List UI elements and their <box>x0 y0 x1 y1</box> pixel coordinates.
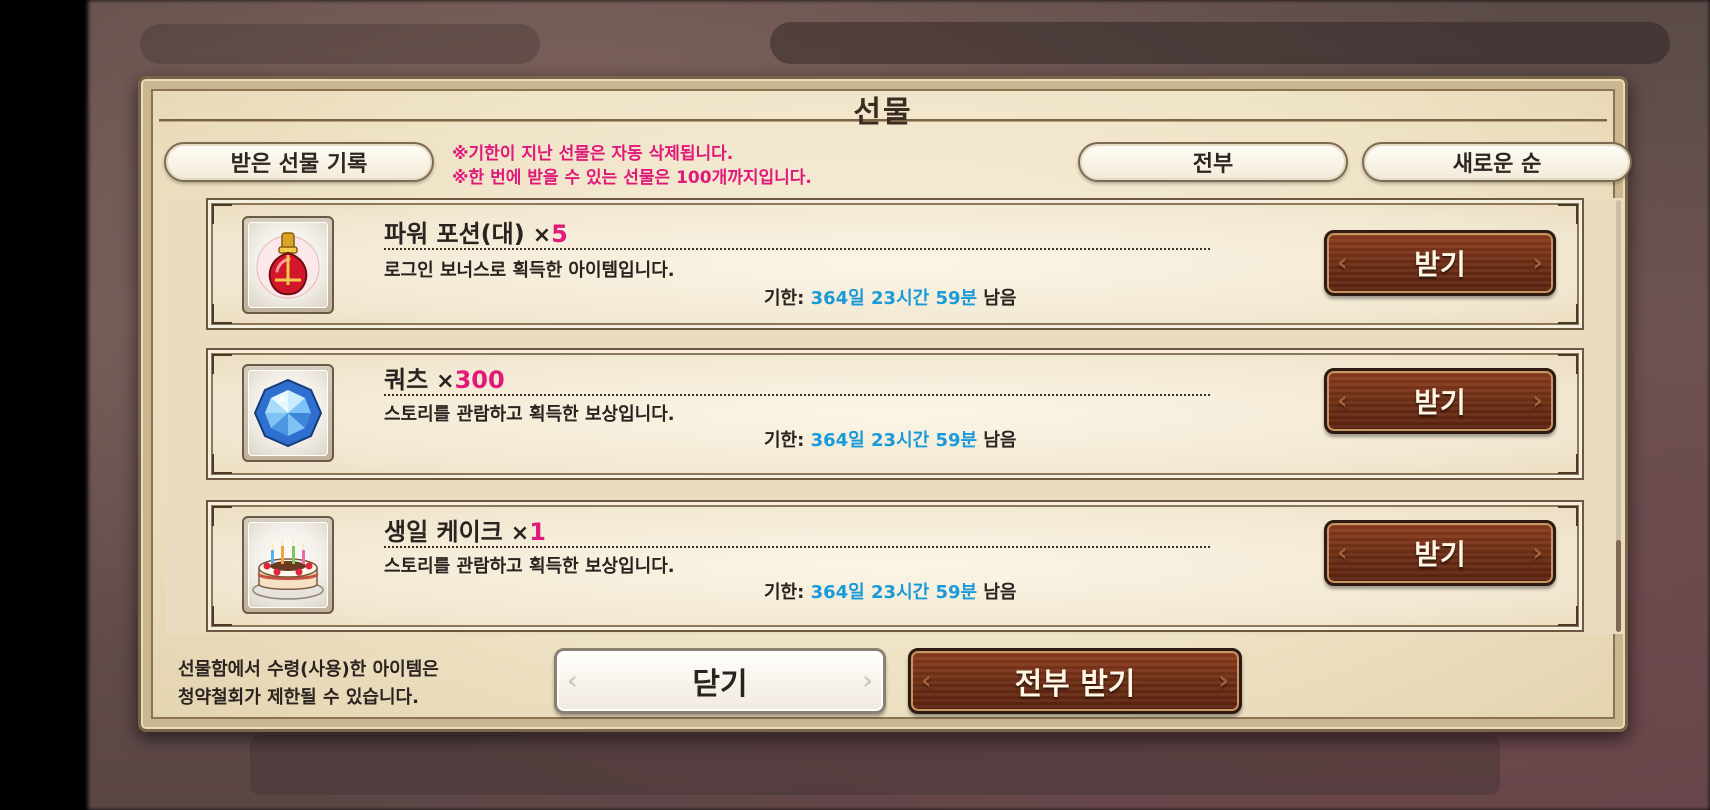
expiry-minutes: 59분 <box>935 582 978 603</box>
dialog-title: 선물 <box>853 95 913 130</box>
card-corner <box>1558 354 1578 374</box>
item-expiry: 기한: 364일 23시간 59분 남음 <box>764 426 1016 452</box>
card-corner <box>1558 454 1578 474</box>
expiry-label: 기한: <box>764 582 811 603</box>
claim-button[interactable]: ‹ 받기 › <box>1324 368 1556 434</box>
item-name-text: 생일 케이크 <box>384 518 503 546</box>
expiry-suffix: 남음 <box>977 430 1017 451</box>
item-expiry: 기한: 364일 23시간 59분 남음 <box>764 284 1016 310</box>
background-top-hud <box>770 22 1670 64</box>
claim-all-button-label: 전부 받기 <box>1014 667 1136 702</box>
expiry-days: 364일 <box>810 288 865 309</box>
item-name: 생일 케이크 ×1 <box>384 512 546 547</box>
expiry-minutes: 59분 <box>935 430 978 451</box>
item-name-text: 파워 포션(대) <box>384 220 525 248</box>
button-ornament-icon: › <box>1532 248 1543 278</box>
item-divider <box>384 394 1210 396</box>
gift-history-button[interactable]: 받은 선물 기록 <box>164 142 434 182</box>
item-description: 스토리를 관람하고 획득한 보상입니다. <box>384 556 675 577</box>
item-quantity: 300 <box>454 366 505 394</box>
button-ornament-icon: › <box>1218 666 1229 696</box>
card-corner <box>1558 506 1578 526</box>
item-name: 쿼츠 ×300 <box>384 360 505 395</box>
power-potion-icon <box>256 232 320 299</box>
card-corner <box>212 506 232 526</box>
claim-limit-notice: ※한 번에 받을 수 있는 선물은 100개까지입니다. <box>452 168 812 188</box>
card-corner <box>212 204 232 224</box>
item-quantity: 1 <box>529 518 546 546</box>
button-ornament-icon: › <box>862 666 873 696</box>
close-button[interactable]: ‹ 닫기 › <box>554 648 886 714</box>
expiry-hours: 23시간 <box>871 288 930 309</box>
expiry-label: 기한: <box>764 288 811 309</box>
button-ornament-icon: › <box>1532 386 1543 416</box>
quartz-crystal-icon <box>253 378 323 448</box>
quantity-prefix: × <box>510 521 530 546</box>
background-bottom-menu <box>250 735 1500 795</box>
button-ornament-icon: ‹ <box>1337 386 1348 416</box>
birthday-cake-icon <box>252 540 324 600</box>
card-corner <box>212 354 232 374</box>
expiry-days: 364일 <box>810 582 865 603</box>
expiry-minutes: 59분 <box>935 288 978 309</box>
card-corner <box>212 304 232 324</box>
refund-notice-line: 선물함에서 수령(사용)한 아이템은 <box>178 659 439 680</box>
claim-button-label: 받기 <box>1414 386 1466 419</box>
button-ornament-icon: › <box>1532 538 1543 568</box>
item-name-text: 쿼츠 <box>384 366 429 394</box>
sort-newest-button[interactable]: 새로운 순 <box>1362 142 1632 182</box>
button-ornament-icon: ‹ <box>567 666 578 696</box>
item-icon-frame <box>242 216 334 314</box>
item-icon-frame <box>242 516 334 614</box>
gift-item: 파워 포션(대) ×5 로그인 보너스로 획득한 아이템입니다. 기한: 364일… <box>206 198 1584 330</box>
item-divider <box>384 546 1210 548</box>
item-description: 로그인 보너스로 획득한 아이템입니다. <box>384 260 675 281</box>
button-ornament-icon: ‹ <box>921 666 932 696</box>
claim-button-label: 받기 <box>1414 538 1466 571</box>
claim-button[interactable]: ‹ 받기 › <box>1324 520 1556 586</box>
refund-notice-line: 청약철회가 제한될 수 있습니다. <box>178 687 419 708</box>
expiry-days: 364일 <box>810 430 865 451</box>
item-expiry: 기한: 364일 23시간 59분 남음 <box>764 578 1016 604</box>
card-corner <box>212 454 232 474</box>
expiry-label: 기한: <box>764 430 811 451</box>
item-icon-frame <box>242 364 334 462</box>
button-ornament-icon: ‹ <box>1337 248 1348 278</box>
claim-button[interactable]: ‹ 받기 › <box>1324 230 1556 296</box>
quantity-prefix: × <box>532 223 552 248</box>
card-corner <box>212 606 232 626</box>
filter-all-button[interactable]: 전부 <box>1078 142 1348 182</box>
expiry-suffix: 남음 <box>977 582 1017 603</box>
refund-notice: 선물함에서 수령(사용)한 아이템은 청약철회가 제한될 수 있습니다. <box>178 656 439 712</box>
item-name: 파워 포션(대) ×5 <box>384 214 568 249</box>
quantity-prefix: × <box>436 369 455 394</box>
auto-delete-notice: ※기한이 지난 선물은 자동 삭제됩니다. <box>452 144 734 164</box>
claim-button-label: 받기 <box>1414 248 1466 281</box>
gift-item: 쿼츠 ×300 스토리를 관람하고 획득한 보상입니다. 기한: 364일 23시… <box>206 348 1584 480</box>
item-description: 스토리를 관람하고 획득한 보상입니다. <box>384 404 675 425</box>
gift-item: 생일 케이크 ×1 스토리를 관람하고 획득한 보상입니다. 기한: 364일 2… <box>206 500 1584 632</box>
card-corner <box>1558 606 1578 626</box>
claim-all-button[interactable]: ‹ 전부 받기 › <box>908 648 1242 714</box>
scrollbar-thumb[interactable] <box>1616 540 1621 632</box>
expiry-hours: 23시간 <box>871 430 930 451</box>
button-ornament-icon: ‹ <box>1337 538 1348 568</box>
close-button-label: 닫기 <box>692 667 748 702</box>
item-divider <box>384 248 1210 250</box>
expiry-suffix: 남음 <box>977 288 1017 309</box>
card-corner <box>1558 304 1578 324</box>
item-quantity: 5 <box>551 220 568 248</box>
background-top-left-hud <box>140 24 540 64</box>
card-corner <box>1558 204 1578 224</box>
expiry-hours: 23시간 <box>871 582 930 603</box>
